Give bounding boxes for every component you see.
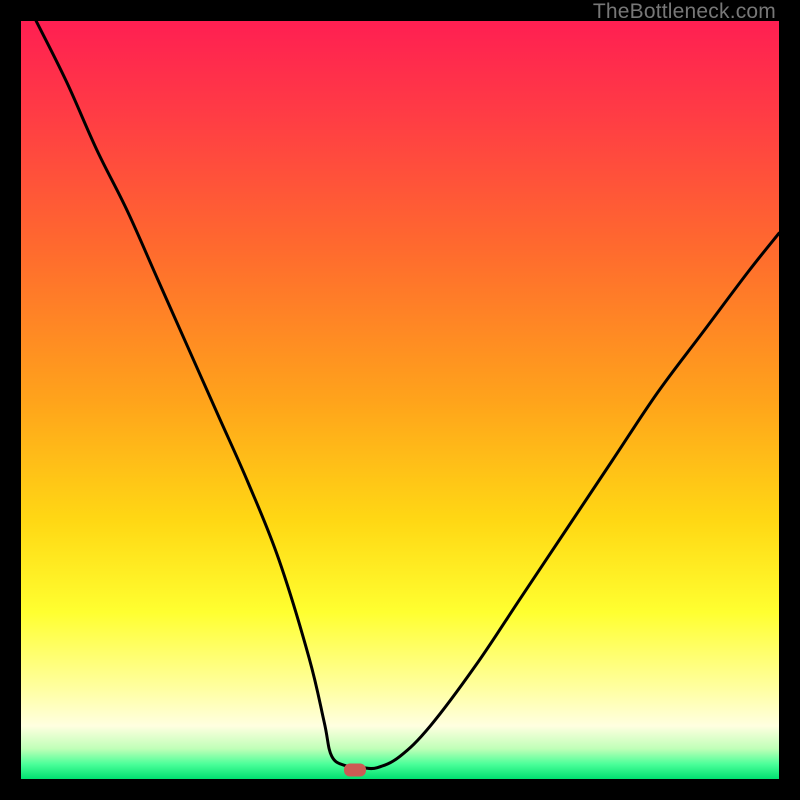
optimum-marker [344, 763, 366, 776]
plot-area [21, 21, 779, 779]
bottleneck-curve [21, 21, 779, 779]
chart-container: TheBottleneck.com [0, 0, 800, 800]
